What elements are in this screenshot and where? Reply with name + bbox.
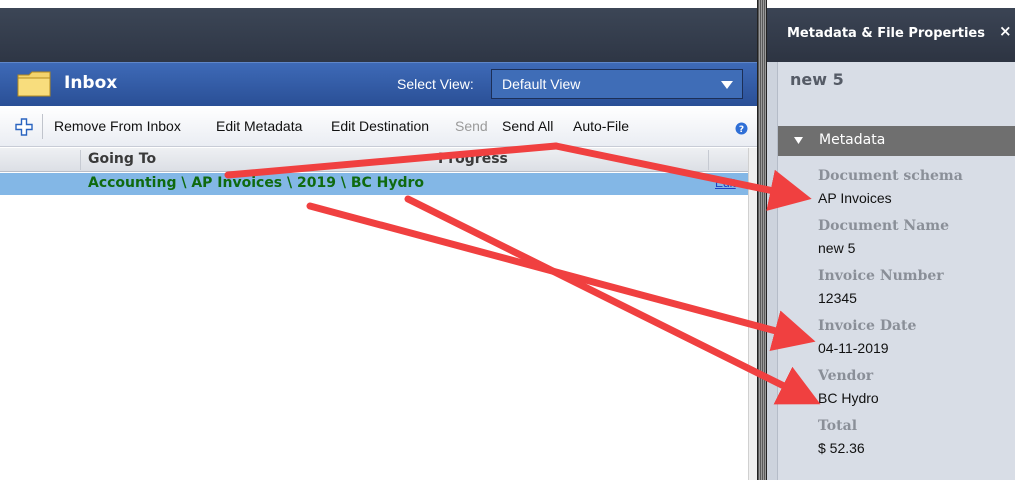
- edit-destination-button[interactable]: Edit Destination: [331, 118, 429, 134]
- caret-down-icon: [794, 137, 803, 144]
- field-value-total: $ 52.36: [818, 440, 865, 456]
- row-destination: Accounting \ AP Invoices \ 2019 \ BC Hyd…: [88, 175, 425, 191]
- chevron-down-icon: [721, 81, 733, 89]
- svg-text:?: ?: [739, 125, 744, 135]
- field-value-invoice-number: 12345: [818, 290, 857, 306]
- inbox-header: Inbox Select View: Default View: [0, 62, 757, 106]
- auto-file-button[interactable]: Auto-File: [573, 118, 629, 134]
- view-select-value: Default View: [502, 76, 581, 92]
- field-label-invoice-date: Invoice Date: [818, 318, 917, 334]
- send-all-button[interactable]: Send All: [502, 118, 553, 134]
- properties-body: new 5 Metadata Document schema AP Invoic…: [777, 62, 1015, 480]
- send-button[interactable]: Send: [455, 118, 488, 134]
- field-label-invoice-number: Invoice Number: [818, 268, 944, 284]
- remove-from-inbox-button[interactable]: Remove From Inbox: [54, 118, 181, 134]
- properties-title: Metadata & File Properties: [787, 26, 985, 41]
- toolbar-divider: [42, 114, 43, 139]
- pane-splitter[interactable]: [757, 0, 767, 480]
- inbox-toolbar: Remove From Inbox Edit Metadata Edit Des…: [0, 106, 757, 147]
- metadata-section-label: Metadata: [819, 132, 886, 148]
- table-row[interactable]: Accounting \ AP Invoices \ 2019 \ BC Hyd…: [0, 173, 748, 195]
- view-select[interactable]: Default View: [491, 69, 743, 99]
- field-label-document-name: Document Name: [818, 218, 950, 234]
- properties-pane: Metadata & File Properties × new 5 Metad…: [767, 0, 1015, 480]
- folder-icon: [17, 71, 51, 97]
- close-icon[interactable]: ×: [999, 22, 1012, 40]
- column-going-to[interactable]: Going To: [88, 151, 156, 167]
- top-bar: [0, 0, 757, 62]
- column-divider[interactable]: [708, 150, 709, 170]
- field-value-document-schema: AP Invoices: [818, 190, 892, 206]
- metadata-section-header[interactable]: Metadata: [778, 126, 1015, 156]
- column-divider[interactable]: [80, 150, 81, 170]
- properties-title-bar: Metadata & File Properties ×: [767, 0, 1015, 62]
- list-scrollbar[interactable]: [748, 148, 757, 480]
- column-progress[interactable]: Progress: [438, 151, 508, 167]
- field-value-document-name: new 5: [818, 240, 856, 256]
- field-value-vendor: BC Hydro: [818, 390, 879, 406]
- field-label-document-schema: Document schema: [818, 168, 963, 184]
- list-column-header: Going To Progress: [0, 148, 748, 172]
- help-icon[interactable]: ?: [735, 122, 748, 135]
- inbox-title: Inbox: [64, 73, 118, 93]
- edit-metadata-button[interactable]: Edit Metadata: [216, 118, 302, 134]
- field-label-total: Total: [818, 418, 858, 434]
- inbox-pane: Inbox Select View: Default View Remove F…: [0, 0, 757, 480]
- select-view-label: Select View:: [397, 76, 474, 92]
- row-edit-link[interactable]: Edit: [715, 176, 736, 190]
- field-label-vendor: Vendor: [818, 368, 874, 384]
- field-value-invoice-date: 04-11-2019: [818, 340, 889, 356]
- document-title: new 5: [790, 70, 844, 89]
- plus-icon[interactable]: [15, 118, 33, 136]
